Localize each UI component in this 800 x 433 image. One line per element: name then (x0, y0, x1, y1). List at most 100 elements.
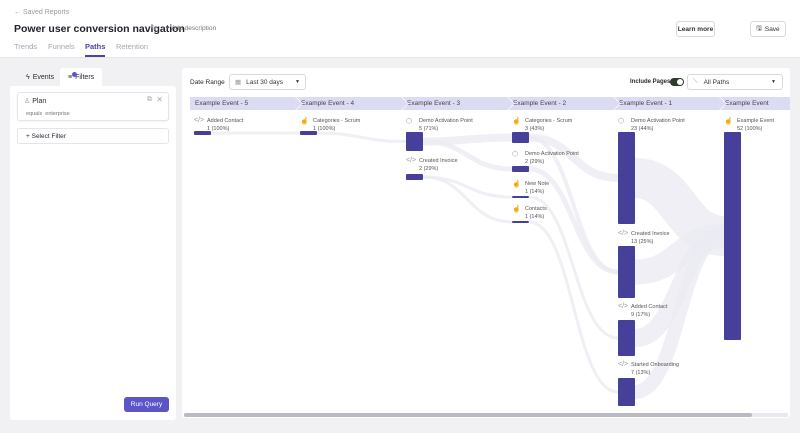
code-icon: </> (618, 230, 629, 237)
node-name: Started Onboarding (631, 362, 680, 368)
column-header: Example Event - 2 (508, 97, 620, 110)
node-stat: 9 (17%) (631, 312, 651, 318)
node-bar[interactable] (406, 174, 423, 180)
node-name: Created Invoice (419, 158, 458, 164)
node-stat: 1 (100%) (313, 126, 336, 132)
node-stat: 2 (29%) (419, 166, 439, 172)
edit-title-icon[interactable]: ✎ (150, 23, 158, 34)
scrollbar-thumb[interactable] (184, 413, 752, 417)
back-label: Saved Reports (22, 9, 70, 16)
path-node[interactable]: </> Created Invoice 2 (29%) (406, 157, 458, 173)
click-icon: ☝ (512, 181, 521, 188)
page-title: Power user conversion navigation (14, 23, 185, 35)
column-header: Example Event - 3 (402, 97, 514, 110)
code-icon: </> (618, 303, 629, 310)
node-stat: 2 (29%) (525, 159, 545, 165)
add-description-button[interactable]: + Add description (166, 25, 216, 32)
node-name: New Note (525, 181, 550, 187)
filter-value: enterprise (45, 111, 70, 117)
flow-link (316, 131, 407, 143)
node-stat: 7 (13%) (631, 370, 651, 376)
node-bar[interactable] (512, 132, 529, 143)
filter-operator: equals (26, 111, 43, 117)
flow-links (211, 131, 726, 399)
node-bar[interactable] (618, 378, 635, 406)
save-button[interactable]: 🖫 Save (750, 21, 786, 37)
node-bar[interactable] (512, 196, 529, 198)
node-name: Categories - Scrum (525, 118, 573, 124)
paths-chart-card: Date Range ▦ Last 30 days ▼ Include Pages … (182, 68, 790, 418)
click-icon: ☝ (512, 206, 521, 213)
node-stat: 1 (14%) (525, 189, 545, 195)
learn-more-button[interactable]: Learn more (676, 21, 715, 37)
path-node[interactable]: ☝ Example Event 52 (100%) (724, 117, 774, 133)
node-stat: 52 (100%) (737, 126, 763, 132)
back-link[interactable]: ← Saved Reports (14, 9, 69, 16)
node-name: Contacts (525, 206, 547, 212)
node-stat: 1 (14%) (525, 214, 545, 220)
cube-icon: ⬡ (512, 151, 519, 158)
tab-events[interactable]: ϟ Events (18, 68, 62, 86)
code-icon: </> (406, 157, 417, 164)
filter-property: ♙ Plan (24, 97, 46, 105)
node-stat: 3 (43%) (525, 126, 545, 132)
node-bar[interactable] (406, 132, 423, 151)
node-stat: 23 (44%) (631, 126, 654, 132)
path-node[interactable]: ⬡ Demo Activation Point 5 (71%) (406, 117, 473, 133)
node-bar[interactable] (512, 221, 529, 223)
path-node[interactable]: ☝ Categories - Scrum 3 (43%) (512, 117, 572, 133)
copy-icon[interactable]: ⧉ (147, 96, 152, 104)
path-node[interactable]: </> Started Onboarding 7 (13%) (618, 361, 679, 377)
node-bar[interactable] (724, 132, 741, 340)
node-name: Categories - Scrum (313, 118, 361, 124)
tab-trends[interactable]: Trends (14, 42, 37, 51)
filter-icon: ≡ (68, 71, 77, 81)
node-name: Demo Activation Point (419, 118, 473, 124)
path-node[interactable]: ⬡ Demo Activation Point 2 (29%) (512, 150, 579, 166)
node-bar[interactable] (512, 166, 529, 172)
column-header: Example Event - 1 (614, 97, 726, 110)
flow-link (422, 175, 513, 224)
tab-funnels[interactable]: Funnels (48, 42, 75, 51)
node-bar[interactable] (194, 131, 211, 135)
node-name: Demo Activation Point (631, 118, 685, 124)
select-filter-button[interactable]: + Select Filter (17, 128, 169, 144)
horizontal-scrollbar[interactable] (184, 413, 788, 417)
path-node[interactable]: ⬡ Demo Activation Point 23 (44%) (618, 117, 685, 133)
node-bar[interactable] (618, 132, 635, 224)
filter-property-label: Plan (32, 98, 47, 105)
column-header: Example Event (720, 97, 790, 110)
events-label: Events (32, 73, 55, 81)
add-description-label: Add description (171, 25, 217, 32)
flow-link (528, 220, 619, 394)
code-icon: </> (618, 361, 629, 368)
save-label: Save (764, 25, 780, 33)
tab-paths[interactable]: Paths (85, 42, 106, 57)
close-icon[interactable]: ✕ (156, 95, 163, 104)
node-name: Demo Activation Point (525, 151, 579, 157)
node-name: Example Event (737, 118, 774, 124)
filter-card[interactable]: ♙ Plan ⧉ ✕ equals enterprise (17, 92, 169, 121)
node-bar[interactable] (618, 320, 635, 356)
node-bar[interactable] (300, 131, 317, 135)
path-node[interactable]: </> Added Contact 9 (17%) (618, 303, 667, 319)
node-name: Added Contact (631, 304, 668, 310)
cube-icon: ⬡ (406, 118, 413, 125)
cube-icon: ⬡ (618, 118, 625, 125)
path-node[interactable]: </> Created Invoice 13 (25%) (618, 230, 670, 246)
click-icon: ☝ (724, 118, 733, 125)
select-filter-label: Select Filter (31, 132, 66, 140)
tab-retention[interactable]: Retention (116, 42, 148, 51)
node-bar[interactable] (618, 246, 635, 298)
click-icon: ☝ (512, 118, 521, 125)
user-icon: ♙ (24, 98, 31, 105)
lightning-icon: ϟ (26, 73, 30, 81)
tab-filters[interactable]: ≡ Filters (60, 68, 103, 86)
node-stat: 5 (71%) (419, 126, 439, 132)
run-query-button[interactable]: Run Query (124, 397, 169, 412)
path-node[interactable]: ☝ Contacts 1 (14%) (512, 205, 547, 221)
node-stat: 1 (100%) (207, 126, 230, 132)
save-icon: 🖫 (756, 24, 762, 32)
path-node[interactable]: ☝ New Note 1 (14%) (512, 180, 549, 196)
node-stat: 13 (25%) (631, 239, 654, 245)
